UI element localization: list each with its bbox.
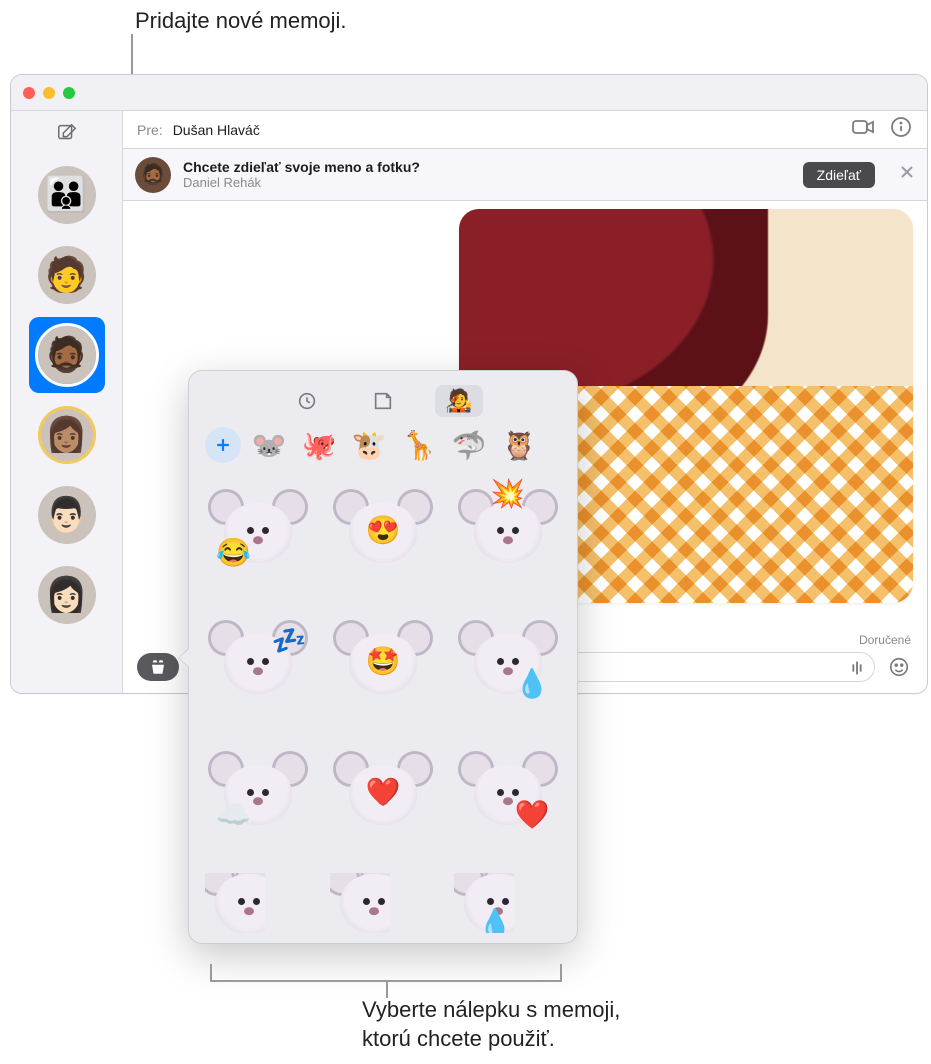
avatar: 👨🏻	[38, 486, 96, 544]
to-label: Pre:	[137, 122, 163, 138]
callout-bracket	[210, 964, 562, 982]
apps-button[interactable]	[137, 653, 179, 681]
thread-contact-pink[interactable]: 🧑	[29, 237, 105, 313]
memoji-head-3[interactable]: 🦒	[401, 427, 437, 463]
avatar: 🧔🏾	[38, 326, 96, 384]
memoji-head-0[interactable]: 🐭	[251, 427, 287, 463]
traffic-lights	[23, 87, 75, 99]
info-icon[interactable]	[889, 115, 913, 144]
delivered-status: Doručené	[859, 633, 911, 647]
sticker-mouse-hearts[interactable]: ❤️	[330, 742, 437, 849]
window-zoom-button[interactable]	[63, 87, 75, 99]
window-minimize-button[interactable]	[43, 87, 55, 99]
facetime-video-icon[interactable]	[851, 115, 875, 144]
tab-memoji[interactable]: 🧑‍🎤	[435, 385, 483, 417]
thread-contact-blue[interactable]: 👨🏻	[29, 477, 105, 553]
memoji-head-5[interactable]: 🦉	[501, 427, 537, 463]
sticker-mouse-neutral[interactable]	[205, 873, 265, 933]
sticker-mouse-laugh-cry[interactable]: 😂	[205, 481, 312, 588]
callout-add-memoji: Pridajte nové memoji.	[135, 8, 347, 34]
banner-avatar: 🧔🏾	[135, 157, 171, 193]
thread-group-thread[interactable]: 👪	[29, 157, 105, 233]
sticker-mouse-heart-cheek[interactable]: ❤️	[454, 742, 561, 849]
window-titlebar	[11, 75, 927, 111]
sticker-mouse-starstruck[interactable]: 🤩	[330, 612, 437, 719]
memoji-head-4[interactable]: 🦈	[451, 427, 487, 463]
thread-contact-ring[interactable]: 👩🏽	[29, 397, 105, 473]
sticker-mouse-cloud[interactable]: ☁️	[205, 742, 312, 849]
audio-record-icon[interactable]	[846, 657, 868, 679]
avatar: 👪	[38, 166, 96, 224]
share-button[interactable]: Zdieľať	[803, 162, 875, 188]
sticker-grid: 😂😍💥💤🤩💧☁️❤️❤️💧	[205, 481, 561, 933]
memoji-head-2[interactable]: 🐮	[351, 427, 387, 463]
callout-select-sticker: Vyberte nálepku s memoji, ktorú chcete p…	[362, 996, 620, 1053]
share-name-banner: 🧔🏾 Chcete zdieľať svoje meno a fotku? Da…	[123, 149, 927, 201]
banner-close-icon[interactable]	[899, 164, 915, 185]
conversations-sidebar: 👪 🧑 🧔🏾 👩🏽 👨🏻 👩🏻	[11, 111, 123, 693]
sticker-mouse-sweat[interactable]: 💧	[454, 873, 514, 933]
compose-button[interactable]	[49, 119, 85, 147]
tab-recent[interactable]	[283, 385, 331, 417]
memoji-popover: 🧑‍🎤 🐭🐙🐮🦒🦈🦉 😂😍💥💤🤩💧☁️❤️❤️💧	[188, 370, 578, 944]
window-close-button[interactable]	[23, 87, 35, 99]
to-bar: Pre: Dušan Hlaváč	[123, 111, 927, 149]
sticker-mouse-heart-eyes[interactable]: 😍	[330, 481, 437, 588]
popover-tabs: 🧑‍🎤	[205, 385, 561, 417]
avatar: 🧑	[38, 246, 96, 304]
avatar: 👩🏻	[38, 566, 96, 624]
tab-stickers[interactable]	[359, 385, 407, 417]
sticker-mouse-angry[interactable]	[330, 873, 390, 933]
avatar: 👩🏽	[38, 406, 96, 464]
memoji-tab-icon: 🧑‍🎤	[445, 388, 472, 414]
thread-contact-memoji[interactable]: 🧔🏾	[29, 317, 105, 393]
recipient-name: Dušan Hlaváč	[173, 122, 260, 138]
emoji-picker-icon[interactable]	[885, 653, 913, 681]
thread-contact-magenta[interactable]: 👩🏻	[29, 557, 105, 633]
sticker-mouse-sleep[interactable]: 💤	[205, 612, 312, 719]
memoji-head-1[interactable]: 🐙	[301, 427, 337, 463]
banner-subtitle: Daniel Rehák	[183, 175, 420, 190]
popover-arrow	[179, 649, 189, 667]
add-memoji-button[interactable]	[205, 427, 241, 463]
sticker-mouse-mind-blown[interactable]: 💥	[454, 481, 561, 588]
memoji-character-row: 🐭 🐙 🐮 🦒 🦈 🦉	[205, 427, 561, 463]
banner-question: Chcete zdieľať svoje meno a fotku?	[183, 159, 420, 175]
sticker-mouse-tear[interactable]: 💧	[454, 612, 561, 719]
